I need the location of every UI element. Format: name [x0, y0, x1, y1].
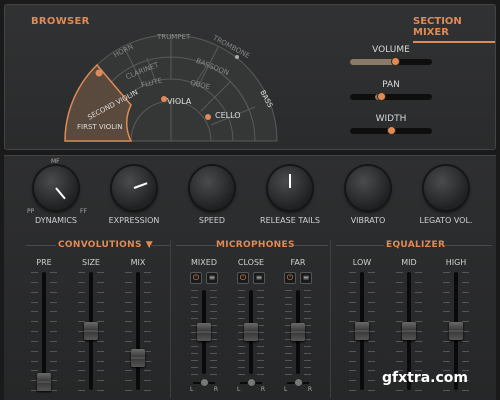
mic-close-label: CLOSE — [237, 258, 265, 267]
pan-right-label: R — [260, 386, 265, 393]
microphones-title: MICROPHONES — [216, 240, 295, 250]
legato-vol-knob[interactable] — [424, 166, 468, 210]
microphones-far-fader-cap[interactable] — [291, 323, 305, 341]
section-mixer-tab[interactable]: SECTION MIXER — [413, 16, 495, 43]
browser-panel: BROWSER SECTION MIXER HORN TRUMPET TROMB… — [4, 4, 496, 150]
mic-mixed-power-icon[interactable]: ⏻ — [190, 272, 202, 284]
eq-low-label: LOW — [352, 258, 372, 267]
dynamics-knob[interactable] — [34, 166, 78, 210]
convolutions-size-fader[interactable] — [76, 272, 106, 391]
volume-slider[interactable] — [350, 57, 432, 66]
equalizer-mid-fader-cap[interactable] — [402, 322, 416, 340]
speed-label: SPEED — [198, 216, 226, 225]
volume-label: VOLUME — [372, 45, 410, 55]
mic-close-pan-knob[interactable] — [247, 378, 256, 387]
instrument-cello[interactable]: CELLO — [215, 111, 241, 120]
dynamics-label: DYNAMICS — [35, 216, 77, 225]
convolution-mix-label: MIX — [130, 258, 146, 267]
release-tails-knob-group: RELEASE TAILS — [255, 166, 325, 225]
pan-right-label: R — [213, 386, 218, 393]
mic-far-label: FAR — [290, 258, 306, 267]
mic-far-power-icon[interactable]: ⏻ — [284, 272, 296, 284]
microphones-close-fader-cap[interactable] — [244, 323, 258, 341]
equalizer-low-fader[interactable] — [347, 272, 377, 391]
pan-left-label: L — [190, 386, 194, 393]
width-slider[interactable] — [350, 126, 432, 135]
instrument-trumpet[interactable]: TRUMPET — [157, 33, 190, 41]
microphones-close-fader[interactable] — [236, 290, 266, 375]
release-tails-knob[interactable] — [268, 166, 312, 210]
convolutions-mix-fader-cap[interactable] — [131, 349, 145, 367]
legato-vol-label: LEGATO VOL. — [419, 216, 473, 225]
expression-knob[interactable] — [112, 166, 156, 210]
eq-high-label: HIGH — [445, 258, 467, 267]
watermark: gfxtra.com — [382, 370, 469, 386]
microphones-mixed-fader-cap[interactable] — [197, 323, 211, 341]
pan-slider[interactable] — [350, 92, 432, 101]
eq-mid-label: MID — [401, 258, 417, 267]
equalizer-high-fader-cap[interactable] — [449, 322, 463, 340]
expression-knob-group: EXPRESSION — [99, 166, 169, 225]
pan-left-label: L — [237, 386, 241, 393]
microphones-mixed-fader[interactable] — [189, 290, 219, 375]
width-slider-group: WIDTH — [350, 114, 432, 135]
convolution-pre-label: PRE — [36, 258, 52, 267]
mic-mixed-label: MIXED — [191, 258, 217, 267]
expression-label: EXPRESSION — [108, 216, 160, 225]
pan-left-label: L — [284, 386, 288, 393]
release-tails-label: RELEASE TAILS — [260, 216, 320, 225]
width-label: WIDTH — [375, 114, 407, 124]
convolutions-dropdown[interactable]: CONVOLUTIONS▼ — [58, 240, 153, 250]
dynamics-knob-group: DYNAMICS — [21, 166, 91, 225]
pan-label: PAN — [382, 80, 400, 90]
mic-close-list-icon[interactable]: ≡ — [253, 272, 265, 284]
mic-mixed-pan-knob[interactable] — [200, 378, 209, 387]
volume-thumb[interactable] — [391, 57, 401, 66]
controls-panel: DYNAMICS MF PP FF EXPRESSION SPEED RELEA… — [4, 155, 496, 400]
equalizer-title: EQUALIZER — [386, 240, 446, 250]
dynamics-ff-label: FF — [80, 208, 87, 215]
mic-close-power-icon[interactable]: ⏻ — [237, 272, 249, 284]
vibrato-knob[interactable] — [346, 166, 390, 210]
convolutions-title: CONVOLUTIONS — [58, 240, 142, 250]
convolutions-mix-fader[interactable] — [123, 272, 153, 391]
vibrato-label: VIBRATO — [350, 216, 386, 225]
mic-far-pan-knob[interactable] — [294, 378, 303, 387]
convolution-size-label: SIZE — [82, 258, 100, 267]
legato-vol-knob-group: LEGATO VOL. — [411, 166, 481, 225]
instrument-viola[interactable]: VIOLA — [167, 97, 191, 106]
width-thumb[interactable] — [387, 126, 396, 135]
convolutions-pre-fader-cap[interactable] — [37, 373, 51, 391]
convolutions-pre-fader[interactable] — [29, 272, 59, 391]
pan-thumb[interactable] — [377, 92, 387, 101]
convolutions-size-fader-cap[interactable] — [84, 322, 98, 340]
pan-slider-group: PAN — [350, 80, 432, 101]
pan-right-label: R — [307, 386, 312, 393]
equalizer-low-fader-cap[interactable] — [355, 322, 369, 340]
speed-knob-group: SPEED — [177, 166, 247, 225]
dynamics-pp-label: PP — [27, 208, 35, 215]
vibrato-knob-group: VIBRATO — [333, 166, 403, 225]
volume-slider-group: VOLUME — [350, 45, 432, 66]
microphones-far-fader[interactable] — [283, 290, 313, 375]
instrument-first-violin[interactable]: FIRST VIOLIN — [77, 123, 122, 131]
mic-far-list-icon[interactable]: ≡ — [300, 272, 312, 284]
speed-knob[interactable] — [190, 166, 234, 210]
mic-mixed-list-icon[interactable]: ≡ — [206, 272, 218, 284]
dynamics-mf-label: MF — [51, 158, 60, 165]
